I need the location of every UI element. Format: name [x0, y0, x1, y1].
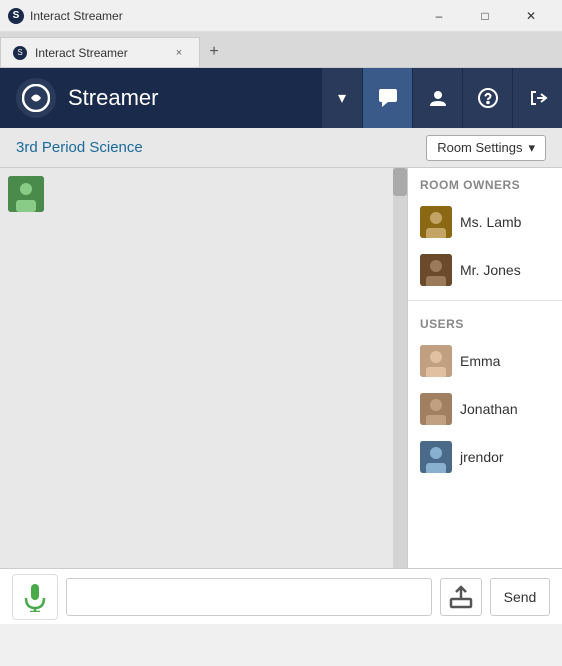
profile-action-button[interactable]: [412, 68, 462, 128]
main-content: ROOM OWNERS Ms. Lamb Mr. Jones: [0, 168, 562, 568]
tab-interact-streamer[interactable]: S Interact Streamer ×: [0, 37, 200, 67]
room-settings-label: Room Settings: [437, 140, 522, 155]
owner-mr-jones[interactable]: Mr. Jones: [408, 246, 562, 294]
jrendor-name: jrendor: [460, 449, 504, 465]
minimize-button[interactable]: –: [416, 0, 462, 32]
mr-jones-name: Mr. Jones: [460, 262, 521, 278]
chat-avatar: [8, 176, 44, 212]
room-name: 3rd Period Science: [16, 139, 143, 156]
jonathan-avatar: [420, 393, 452, 425]
chat-area: [0, 168, 407, 568]
app-dropdown-button[interactable]: ▾: [322, 68, 362, 128]
app-header: Streamer ▾: [0, 68, 562, 128]
right-sidebar: ROOM OWNERS Ms. Lamb Mr. Jones: [407, 168, 562, 568]
room-owners-label: ROOM OWNERS: [408, 168, 562, 198]
jonathan-name: Jonathan: [460, 401, 518, 417]
user-jrendor[interactable]: jrendor: [408, 433, 562, 481]
app-logo: [16, 78, 56, 118]
users-label: USERS: [408, 307, 562, 337]
user-jonathan[interactable]: Jonathan: [408, 385, 562, 433]
tab-icon: S: [13, 46, 27, 60]
room-bar: 3rd Period Science Room Settings ▾: [0, 128, 562, 168]
bottom-bar: Send: [0, 568, 562, 624]
tab-label: Interact Streamer: [35, 46, 128, 60]
message-input[interactable]: [66, 578, 432, 616]
tab-close-button[interactable]: ×: [171, 45, 187, 61]
owners-users-divider: [408, 300, 562, 301]
exit-action-button[interactable]: [512, 68, 562, 128]
window-title-bar: S Interact Streamer: [8, 8, 123, 24]
chat-action-button[interactable]: [362, 68, 412, 128]
send-button[interactable]: Send: [490, 578, 550, 616]
mic-button[interactable]: [12, 574, 58, 620]
owner-ms-lamb[interactable]: Ms. Lamb: [408, 198, 562, 246]
maximize-button[interactable]: □: [462, 0, 508, 32]
window-controls: – □ ✕: [416, 0, 554, 32]
header-actions: [362, 68, 562, 128]
chat-messages[interactable]: [0, 168, 407, 568]
ms-lamb-avatar: [420, 206, 452, 238]
ms-lamb-name: Ms. Lamb: [460, 214, 521, 230]
close-button[interactable]: ✕: [508, 0, 554, 32]
window-title: Interact Streamer: [30, 9, 123, 23]
user-emma[interactable]: Emma: [408, 337, 562, 385]
chat-scrollbar[interactable]: [393, 168, 407, 568]
app-title: Streamer: [68, 85, 158, 111]
app-logo-area: Streamer: [0, 78, 322, 118]
jrendor-avatar: [420, 441, 452, 473]
scroll-thumb[interactable]: [393, 168, 407, 196]
help-action-button[interactable]: [462, 68, 512, 128]
mr-jones-avatar: [420, 254, 452, 286]
room-settings-arrow: ▾: [528, 140, 535, 156]
new-tab-button[interactable]: +: [200, 37, 228, 67]
app-icon: S: [8, 8, 24, 24]
upload-button[interactable]: [440, 578, 482, 616]
emma-avatar: [420, 345, 452, 377]
tab-bar: S Interact Streamer × +: [0, 32, 562, 68]
window-chrome: S Interact Streamer – □ ✕: [0, 0, 562, 32]
room-settings-button[interactable]: Room Settings ▾: [426, 135, 546, 161]
emma-name: Emma: [460, 353, 500, 369]
